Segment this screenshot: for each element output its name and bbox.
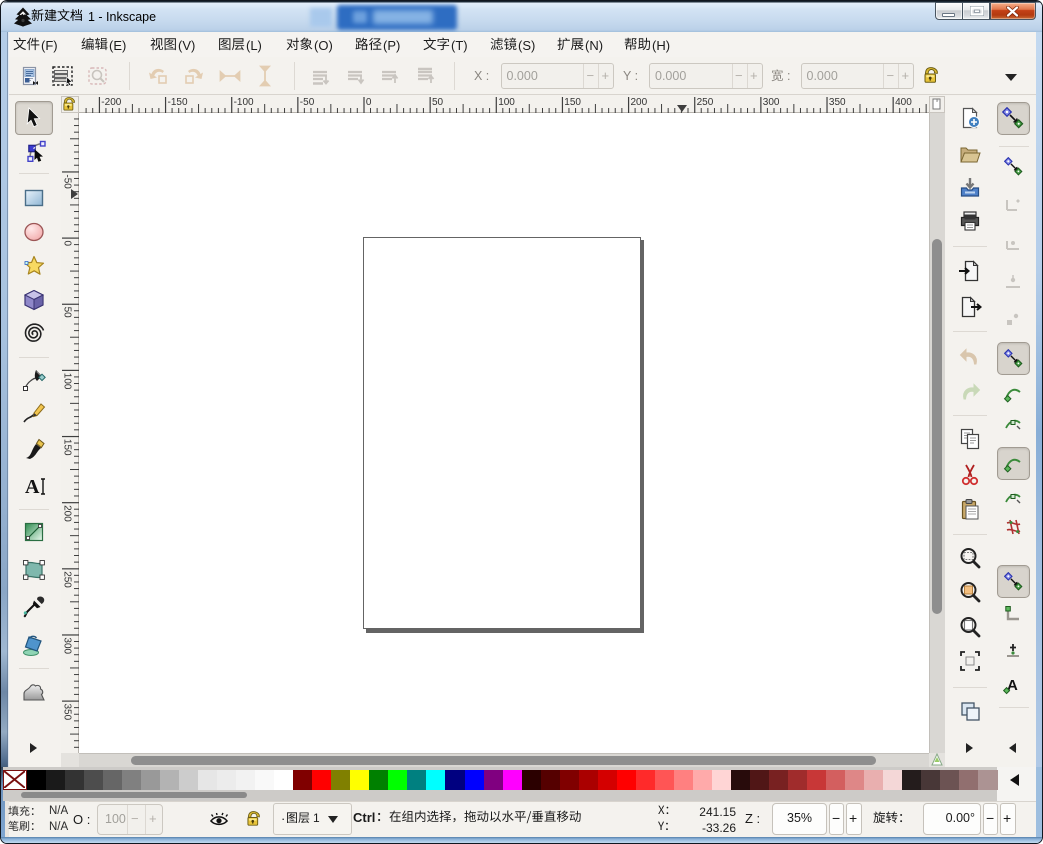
svg-text:50: 50 bbox=[62, 307, 73, 319]
svg-text:150: 150 bbox=[564, 97, 581, 108]
svg-text:50: 50 bbox=[432, 97, 444, 108]
svg-text:300: 300 bbox=[62, 637, 73, 654]
svg-text:250: 250 bbox=[62, 571, 73, 588]
svg-text:-150: -150 bbox=[168, 97, 188, 108]
svg-text:400: 400 bbox=[895, 97, 912, 108]
svg-text:350: 350 bbox=[62, 704, 73, 721]
svg-text:-200: -200 bbox=[101, 97, 121, 108]
svg-text:300: 300 bbox=[763, 97, 780, 108]
svg-text:200: 200 bbox=[631, 97, 648, 108]
svg-text:-100: -100 bbox=[234, 97, 254, 108]
svg-text:200: 200 bbox=[62, 505, 73, 522]
svg-text:100: 100 bbox=[498, 97, 515, 108]
svg-text:350: 350 bbox=[829, 97, 846, 108]
svg-text:-50: -50 bbox=[62, 174, 73, 189]
svg-text:-50: -50 bbox=[300, 97, 315, 108]
svg-text:A: A bbox=[25, 476, 40, 498]
svg-text:150: 150 bbox=[62, 439, 73, 456]
svg-text:0: 0 bbox=[366, 97, 372, 108]
svg-text:100: 100 bbox=[62, 373, 73, 390]
svg-text:0: 0 bbox=[62, 241, 73, 247]
svg-text:250: 250 bbox=[697, 97, 714, 108]
